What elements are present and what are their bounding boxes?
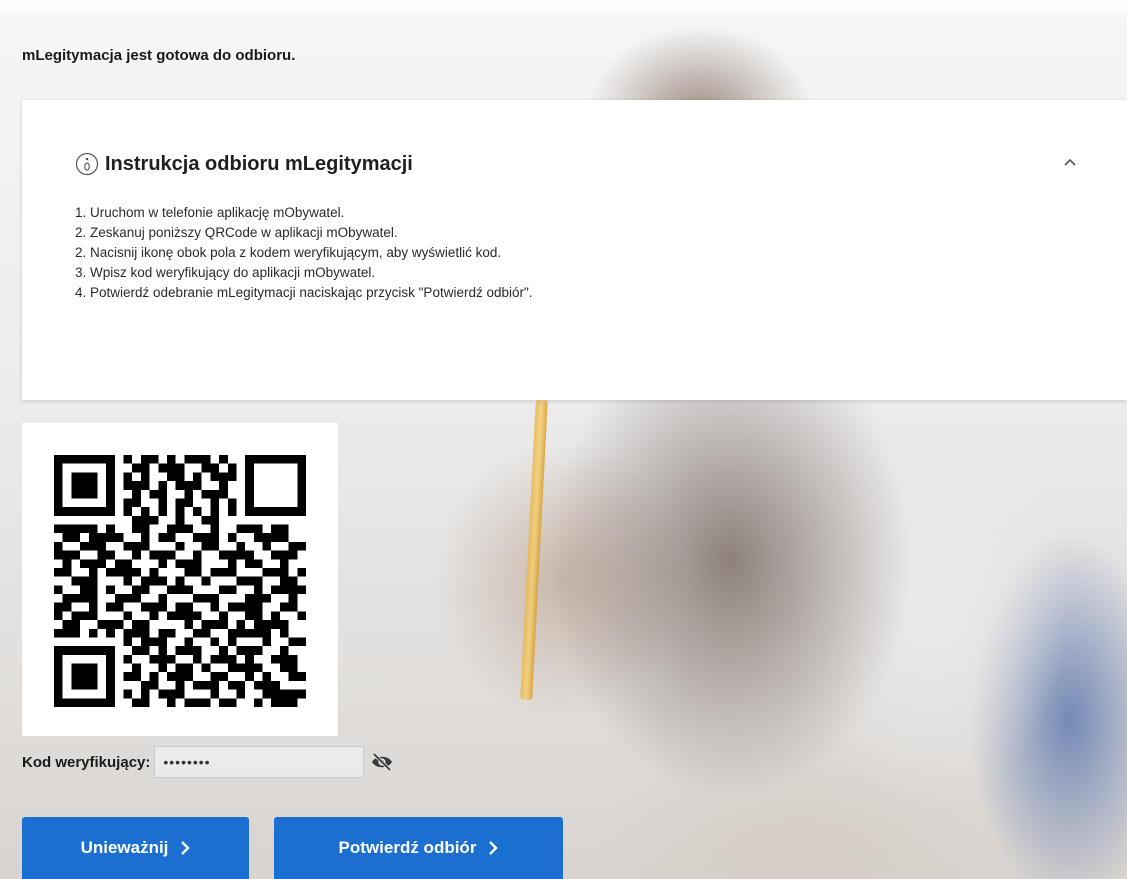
chevron-right-icon xyxy=(180,840,191,856)
instruction-steps: 1. Uruchom w telefonie aplikację mObywat… xyxy=(75,203,533,303)
instructions-title: Instrukcja odbioru mLegitymacji xyxy=(105,152,413,175)
instructions-header[interactable]: Instrukcja odbioru mLegitymacji xyxy=(75,152,413,176)
instruction-step: 2. Nacisnij ikonę obok pola z kodem wery… xyxy=(75,245,502,260)
confirm-pickup-button[interactable]: Potwierdź odbiór xyxy=(274,817,563,879)
qr-code-container xyxy=(22,423,338,736)
cancel-button-label: Unieważnij xyxy=(80,838,169,857)
instruction-step: 4. Potwierdź odebranie mLegitymacji naci… xyxy=(75,285,533,300)
qr-code xyxy=(54,455,306,707)
chevron-up-icon[interactable] xyxy=(1058,150,1082,174)
instruction-step: 1. Uruchom w telefonie aplikację mObywat… xyxy=(75,205,345,220)
ready-status-text: mLegitymacja jest gotowa do odbioru. xyxy=(22,47,296,64)
cancel-button[interactable]: Unieważnij xyxy=(22,817,249,879)
verification-code-label: Kod weryfikujący: xyxy=(22,753,151,771)
confirm-pickup-button-label: Potwierdź odbiór xyxy=(338,838,477,857)
instruction-step: 3. Wpisz kod weryfikujący do aplikacji m… xyxy=(75,265,376,280)
instructions-panel: Instrukcja odbioru mLegitymacji 1. Uruch… xyxy=(22,100,1127,400)
instruction-step: 2. Zeskanuj poniższy QRCode w aplikacji … xyxy=(75,225,398,240)
info-circle-icon xyxy=(75,152,99,176)
verification-code-row: Kod weryfikujący: xyxy=(22,745,398,779)
verification-code-field[interactable] xyxy=(154,746,365,778)
eye-slash-icon[interactable] xyxy=(366,746,398,778)
chevron-right-icon xyxy=(488,840,499,856)
top-bar xyxy=(0,0,1127,14)
